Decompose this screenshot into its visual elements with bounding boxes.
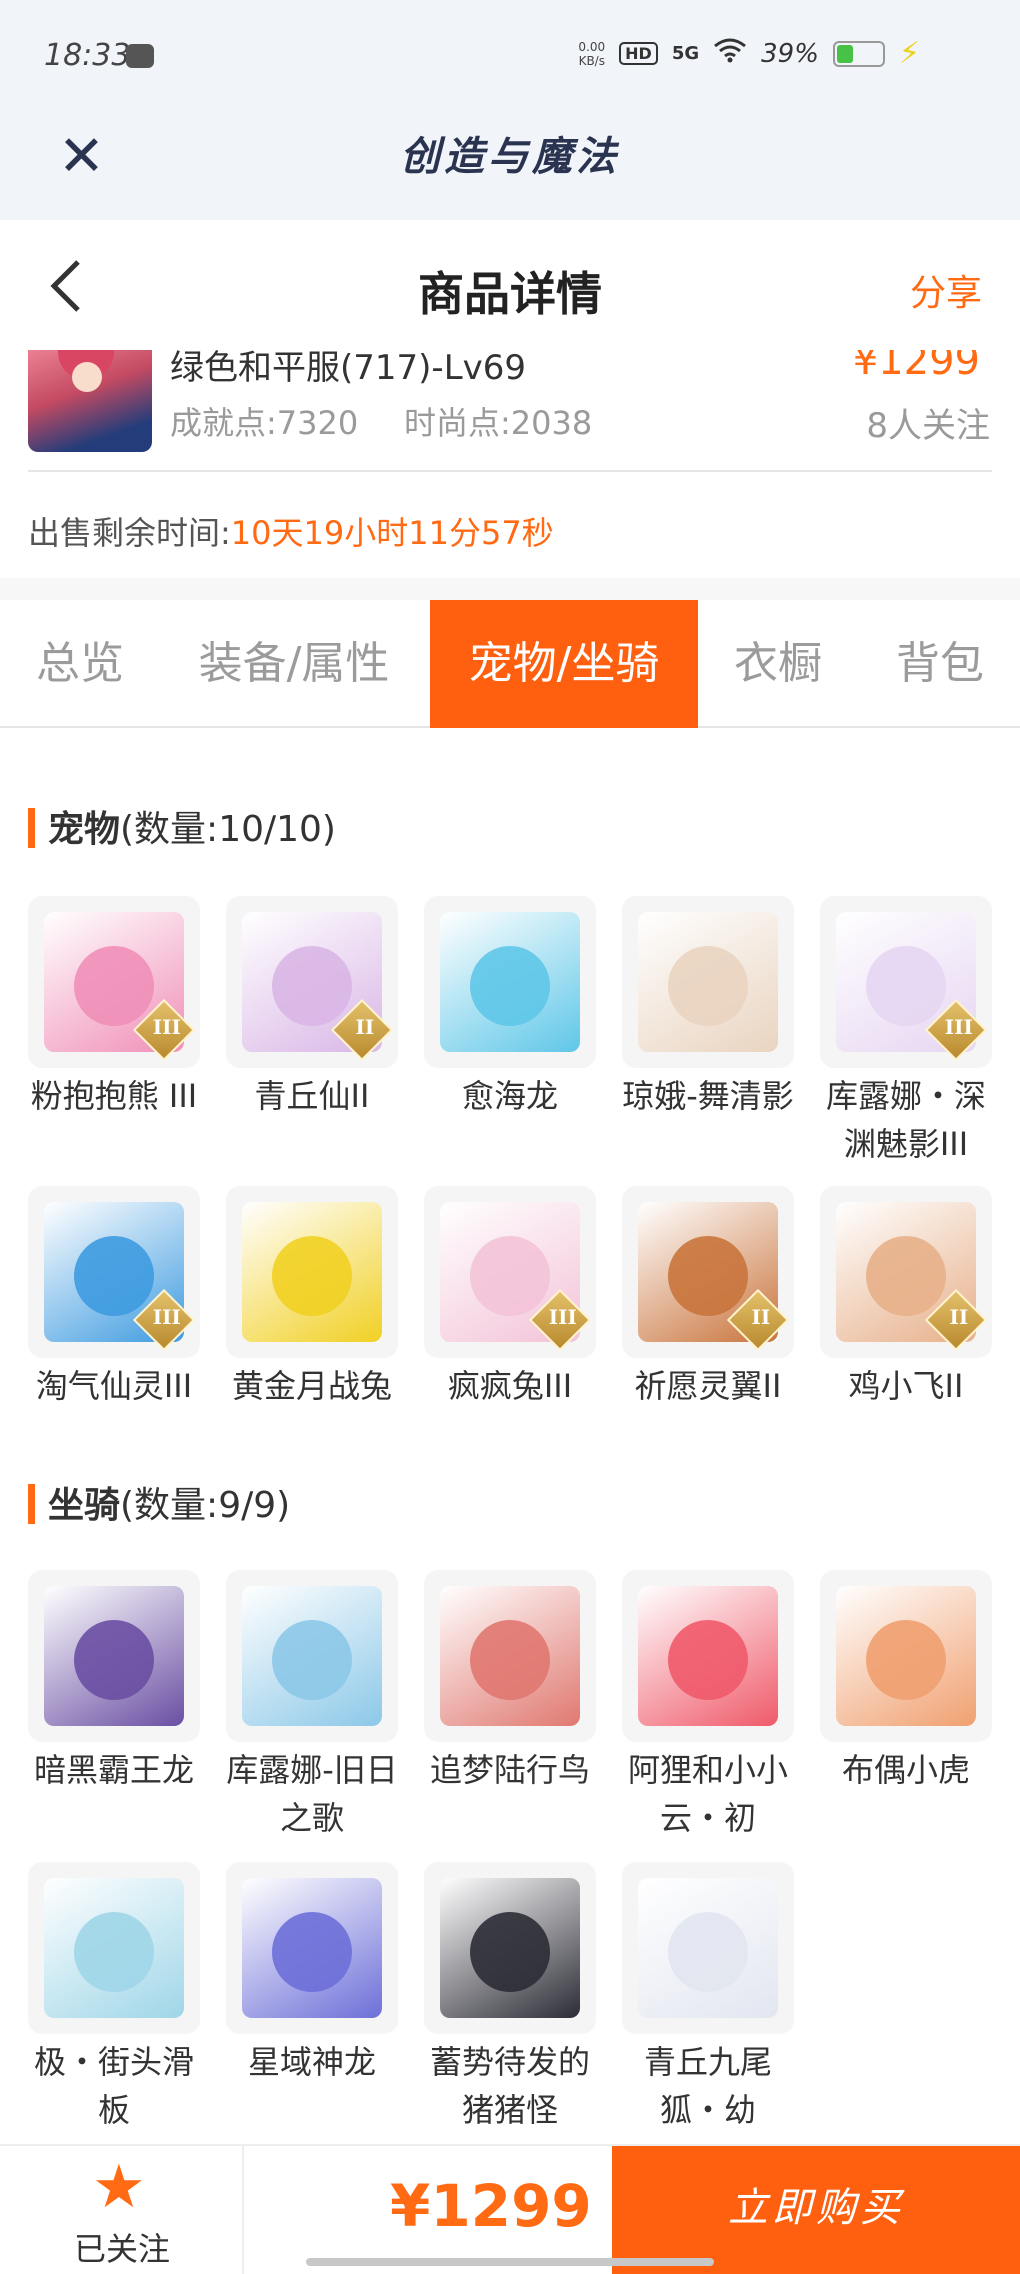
pet-name: 愈海龙: [461, 1077, 558, 1115]
item-price: ¥1299: [852, 350, 980, 384]
pets-count: (数量:10/10): [120, 809, 336, 850]
mount-image: [28, 1570, 200, 1742]
mount-name: 极・街头滑板: [33, 2043, 194, 2129]
sale-remaining-time: 出售剩余时间:10天19小时11分57秒: [28, 508, 554, 554]
item-summary: 绿色和平服(717)-Lv69 ¥1299 成就点:7320 时尚点:2038 …: [0, 350, 1020, 470]
mount-image: [226, 1862, 398, 2034]
battery-icon: [832, 40, 885, 67]
sale-remaining-label: 出售剩余时间:: [28, 514, 231, 552]
mount-name: 青丘九尾狐・幼: [643, 2043, 772, 2129]
nav-bar: 商品详情 分享: [0, 220, 1020, 350]
pets-title: 宠物: [48, 809, 121, 850]
wifi-icon: [713, 37, 747, 70]
mounts-section-title: 坐骑(数量:9/9): [28, 1476, 290, 1528]
pet-name: 祈愿灵翼II: [634, 1367, 782, 1405]
charging-icon: ⚡: [898, 36, 920, 71]
status-bar: 18:33 0.00 KB/s HD 5G 39% ⚡: [0, 0, 1020, 110]
home-indicator[interactable]: [306, 2258, 714, 2266]
mount-name: 库露娜-旧日之歌: [226, 1751, 398, 1837]
bottom-bar: ★ 已关注 ¥1299 立即购买: [0, 2144, 1020, 2274]
pet-image: [622, 896, 794, 1068]
star-icon[interactable]: ★: [92, 2152, 146, 2222]
app-notification-icon: [126, 44, 154, 68]
divider: [28, 470, 992, 472]
pets-section-title: 宠物(数量:10/10): [28, 800, 336, 852]
item-name: 绿色和平服(717)-Lv69: [170, 350, 527, 388]
pet-image: II: [622, 1186, 794, 1358]
battery-percent: 39%: [761, 38, 819, 69]
pet-name: 青丘仙II: [254, 1077, 370, 1115]
sale-remaining-value: 10天19小时11分57秒: [230, 514, 554, 552]
mount-image: [622, 1862, 794, 2034]
divider: [242, 2146, 244, 2274]
mount-image: [820, 1570, 992, 1742]
pet-image: [226, 1186, 398, 1358]
section-gap: [0, 578, 1020, 600]
character-avatar: [28, 350, 152, 452]
share-button[interactable]: 分享: [910, 264, 982, 316]
mount-image: [28, 1862, 200, 2034]
pet-name: 淘气仙灵III: [35, 1367, 193, 1405]
follow-button[interactable]: 已关注: [74, 2224, 170, 2270]
pet-name: 疯疯兔III: [447, 1367, 573, 1405]
pet-name: 黄金月战兔: [231, 1367, 392, 1405]
net-speed: 0.00 KB/s: [578, 39, 606, 68]
tab-overview[interactable]: 总览: [20, 600, 140, 728]
tab-backpack[interactable]: 背包: [880, 600, 1000, 728]
pet-name: 鸡小飞II: [848, 1367, 964, 1405]
fashion-points: 时尚点:2038: [404, 404, 593, 442]
pet-image: III: [820, 896, 992, 1068]
mount-image: [424, 1570, 596, 1742]
pet-image: II: [820, 1186, 992, 1358]
mount-image: [226, 1570, 398, 1742]
tab-equipment[interactable]: 装备/属性: [180, 600, 408, 728]
status-time: 18:33: [44, 38, 131, 73]
mount-name: 追梦陆行鸟: [429, 1751, 590, 1789]
tab-pets-mounts[interactable]: 宠物/坐骑: [430, 600, 698, 728]
mount-name: 阿狸和小小云・初: [627, 1751, 788, 1837]
app-title: 创造与魔法: [400, 134, 620, 180]
follower-count: 8人关注: [866, 406, 990, 446]
tab-wardrobe[interactable]: 衣橱: [718, 600, 838, 728]
mounts-title: 坐骑: [48, 1485, 121, 1526]
pet-image: III: [28, 1186, 200, 1358]
pet-image: II: [226, 896, 398, 1068]
mount-image: [622, 1570, 794, 1742]
mounts-count: (数量:9/9): [120, 1485, 291, 1526]
pet-image: III: [424, 1186, 596, 1358]
app-title-bar: ✕ 创造与魔法: [0, 110, 1020, 220]
pet-name: 琼娥-舞清影: [622, 1077, 794, 1115]
signal-5g-icon: 5G: [671, 43, 700, 64]
hd-icon: HD: [619, 42, 658, 65]
bottom-price: ¥1299: [390, 2172, 592, 2240]
buy-now-button[interactable]: 立即购买: [612, 2146, 1020, 2274]
detail-tabs: 总览 装备/属性 宠物/坐骑 衣橱 背包: [0, 600, 1020, 728]
mount-name: 暗黑霸王龙: [33, 1751, 194, 1789]
achievement-points: 成就点:7320: [170, 404, 359, 442]
status-icons: 0.00 KB/s HD 5G 39% ⚡: [578, 36, 920, 71]
mount-name: 布偶小虎: [841, 1751, 970, 1789]
pet-image: III: [28, 896, 200, 1068]
mount-name: 蓄势待发的猪猪怪: [429, 2043, 590, 2129]
pet-name: 库露娜・深渊魅影III: [825, 1077, 986, 1163]
page-title: 商品详情: [418, 267, 602, 321]
pet-name: 粉抱抱熊 III: [30, 1077, 198, 1115]
mount-name: 星域神龙: [247, 2043, 376, 2081]
mount-image: [424, 1862, 596, 2034]
pet-image: [424, 896, 596, 1068]
